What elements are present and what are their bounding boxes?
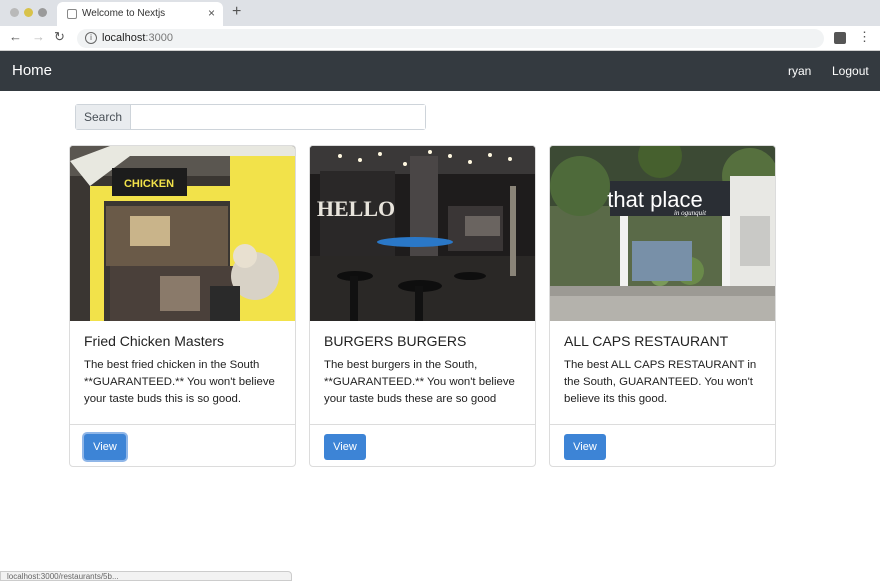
browser-status-bar: localhost:3000/restaurants/5b... [0, 571, 292, 581]
restaurant-photo-all-caps: that place in ogunquit [550, 146, 775, 321]
card-title: Fried Chicken Masters [84, 333, 225, 349]
view-button[interactable]: View [84, 434, 126, 460]
favicon-icon [67, 9, 77, 19]
restaurant-card: CHICKEN Fried Chicken Masters The best f… [69, 145, 296, 467]
profile-icon[interactable] [834, 32, 846, 44]
window-minimize-dot[interactable] [24, 8, 33, 17]
forward-arrow-icon[interactable]: → [32, 29, 45, 44]
search-input[interactable] [131, 105, 425, 129]
in-ogunquit-sign-text: in ogunquit [674, 209, 707, 217]
browser-toolbar: ← → ↻ i localhost:3000 ⋮ [0, 26, 880, 51]
view-button[interactable]: View [324, 434, 366, 460]
browser-tab[interactable]: Welcome to Nextjs × [57, 2, 223, 26]
view-button[interactable]: View [564, 434, 606, 460]
info-icon[interactable]: i [85, 32, 97, 44]
card-footer: View [70, 424, 295, 466]
hello-sign-text: HELLO [317, 196, 395, 221]
new-tab-icon[interactable]: + [232, 3, 241, 21]
restaurant-photo-fried-chicken: CHICKEN [70, 146, 295, 321]
card-text: The best fried chicken in the South **GU… [84, 359, 275, 405]
card-body: ALL CAPS RESTAURANT The best ALL CAPS RE… [550, 321, 775, 425]
kebab-menu-icon[interactable]: ⋮ [858, 29, 871, 45]
search-group: Search [75, 104, 426, 130]
home-link[interactable]: Home [12, 62, 52, 79]
card-footer: View [310, 424, 535, 466]
restaurant-card: that place in ogunquit ALL CAPS RESTAURA… [549, 145, 776, 467]
user-link[interactable]: ryan [788, 64, 811, 78]
tab-title: Welcome to Nextjs [82, 8, 166, 19]
svg-text:CHICKEN: CHICKEN [124, 178, 174, 190]
card-text: The best ALL CAPS RESTAURANT in the Sout… [564, 359, 757, 405]
card-body: Fried Chicken Masters The best fried chi… [70, 321, 295, 425]
site-navbar: Home ryan Logout [0, 51, 880, 91]
reload-icon[interactable]: ↻ [54, 29, 65, 45]
url-host: localhost [102, 32, 146, 44]
window-zoom-dot[interactable] [38, 8, 47, 17]
card-footer: View [550, 424, 775, 466]
card-title: ALL CAPS RESTAURANT [564, 333, 729, 349]
search-label: Search [76, 105, 131, 129]
logout-link[interactable]: Logout [832, 64, 869, 78]
browser-tabstrip: Welcome to Nextjs × + [0, 0, 880, 26]
tab-close-icon[interactable]: × [208, 6, 215, 20]
restaurant-card: HELLO BURGERS BURGERS The best burgers i… [309, 145, 536, 467]
card-title: BURGERS BURGERS [324, 333, 467, 349]
address-bar[interactable]: i localhost:3000 [77, 29, 824, 48]
card-text: The best burgers in the South, **GUARANT… [324, 359, 515, 405]
back-arrow-icon[interactable]: ← [9, 29, 22, 44]
url-text: localhost:3000 [102, 32, 173, 44]
window-close-dot[interactable] [10, 8, 19, 17]
card-body: BURGERS BURGERS The best burgers in the … [310, 321, 535, 425]
url-port: :3000 [145, 32, 173, 44]
restaurant-photo-burgers: HELLO [310, 146, 535, 321]
